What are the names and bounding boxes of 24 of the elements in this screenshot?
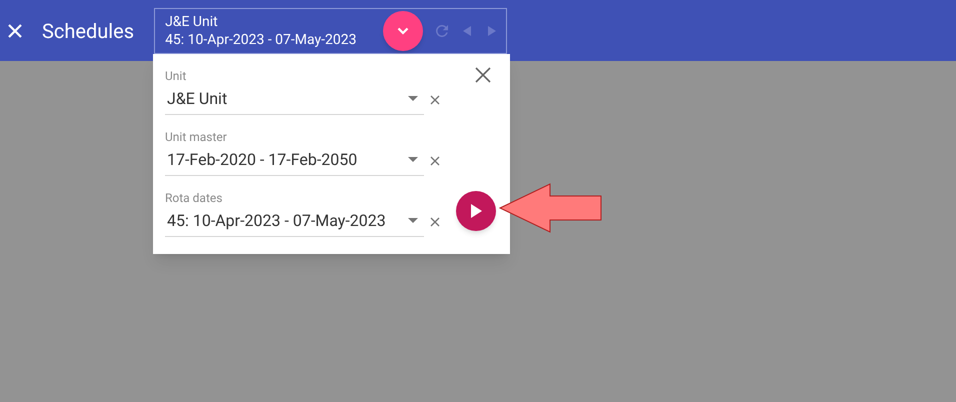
field-value: 17-Feb-2020 - 17-Feb-2050 — [166, 149, 358, 171]
dropdown-caret-icon[interactable] — [408, 96, 418, 102]
clear-icon[interactable] — [430, 95, 440, 105]
chevron-down-icon — [397, 26, 410, 34]
app-title: Schedules — [42, 18, 134, 44]
schedule-selector[interactable]: J&E Unit 45: 10-Apr-2023 - 07-May-2023 — [154, 8, 508, 54]
expand-button[interactable] — [383, 10, 424, 50]
clear-icon[interactable] — [430, 217, 440, 227]
field-label: Unit — [165, 68, 188, 84]
close-icon[interactable] — [475, 67, 491, 83]
play-icon — [470, 204, 482, 218]
dropdown-caret-icon[interactable] — [408, 157, 418, 163]
select-field[interactable]: Unit J&E Unit — [165, 68, 424, 115]
select-field[interactable]: Unit master 17-Feb-2020 - 17-Feb-2050 — [165, 129, 424, 176]
select-field[interactable]: Rota dates 45: 10-Apr-2023 - 07-May-2023 — [165, 190, 424, 237]
field-label: Rota dates — [165, 190, 224, 206]
selector-dates: 45: 10-Apr-2023 - 07-May-2023 — [165, 30, 356, 48]
field-value: 45: 10-Apr-2023 - 07-May-2023 — [166, 210, 386, 232]
field-label: Unit master — [165, 129, 228, 145]
selector-unit: J&E Unit — [165, 12, 219, 30]
play-button[interactable] — [456, 191, 496, 231]
dropdown-caret-icon[interactable] — [408, 218, 418, 224]
clear-icon[interactable] — [430, 156, 440, 166]
field-value: J&E Unit — [166, 88, 228, 110]
